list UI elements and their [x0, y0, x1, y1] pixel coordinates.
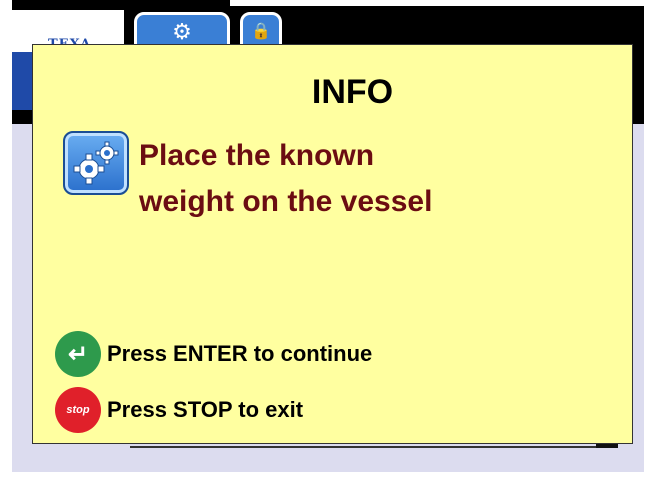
info-dialog: INFO Place the known weight on the vesse… — [32, 44, 633, 444]
panel-edge — [130, 446, 600, 448]
stop-icon[interactable]: stop — [55, 387, 101, 433]
dialog-title: INFO — [311, 73, 394, 111]
enter-icon[interactable]: ↵ — [55, 331, 101, 377]
dialog-message: Place the known weight on the vessel — [139, 133, 579, 225]
message-line-1: Place the known — [139, 139, 375, 172]
stop-hint[interactable]: stop Press STOP to exit — [55, 387, 303, 433]
enter-hint[interactable]: ↵ Press ENTER to continue — [55, 331, 372, 377]
message-line-2: weight on the vessel — [139, 185, 433, 218]
lock-icon: 🔒 — [251, 23, 271, 40]
enter-hint-label: Press ENTER to continue — [107, 341, 373, 366]
settings-gear-icon: ⚙ — [172, 19, 192, 44]
top-bar-strip — [230, 0, 644, 6]
settings-gear-icon — [63, 131, 129, 195]
stop-hint-label: Press STOP to exit — [107, 397, 304, 422]
